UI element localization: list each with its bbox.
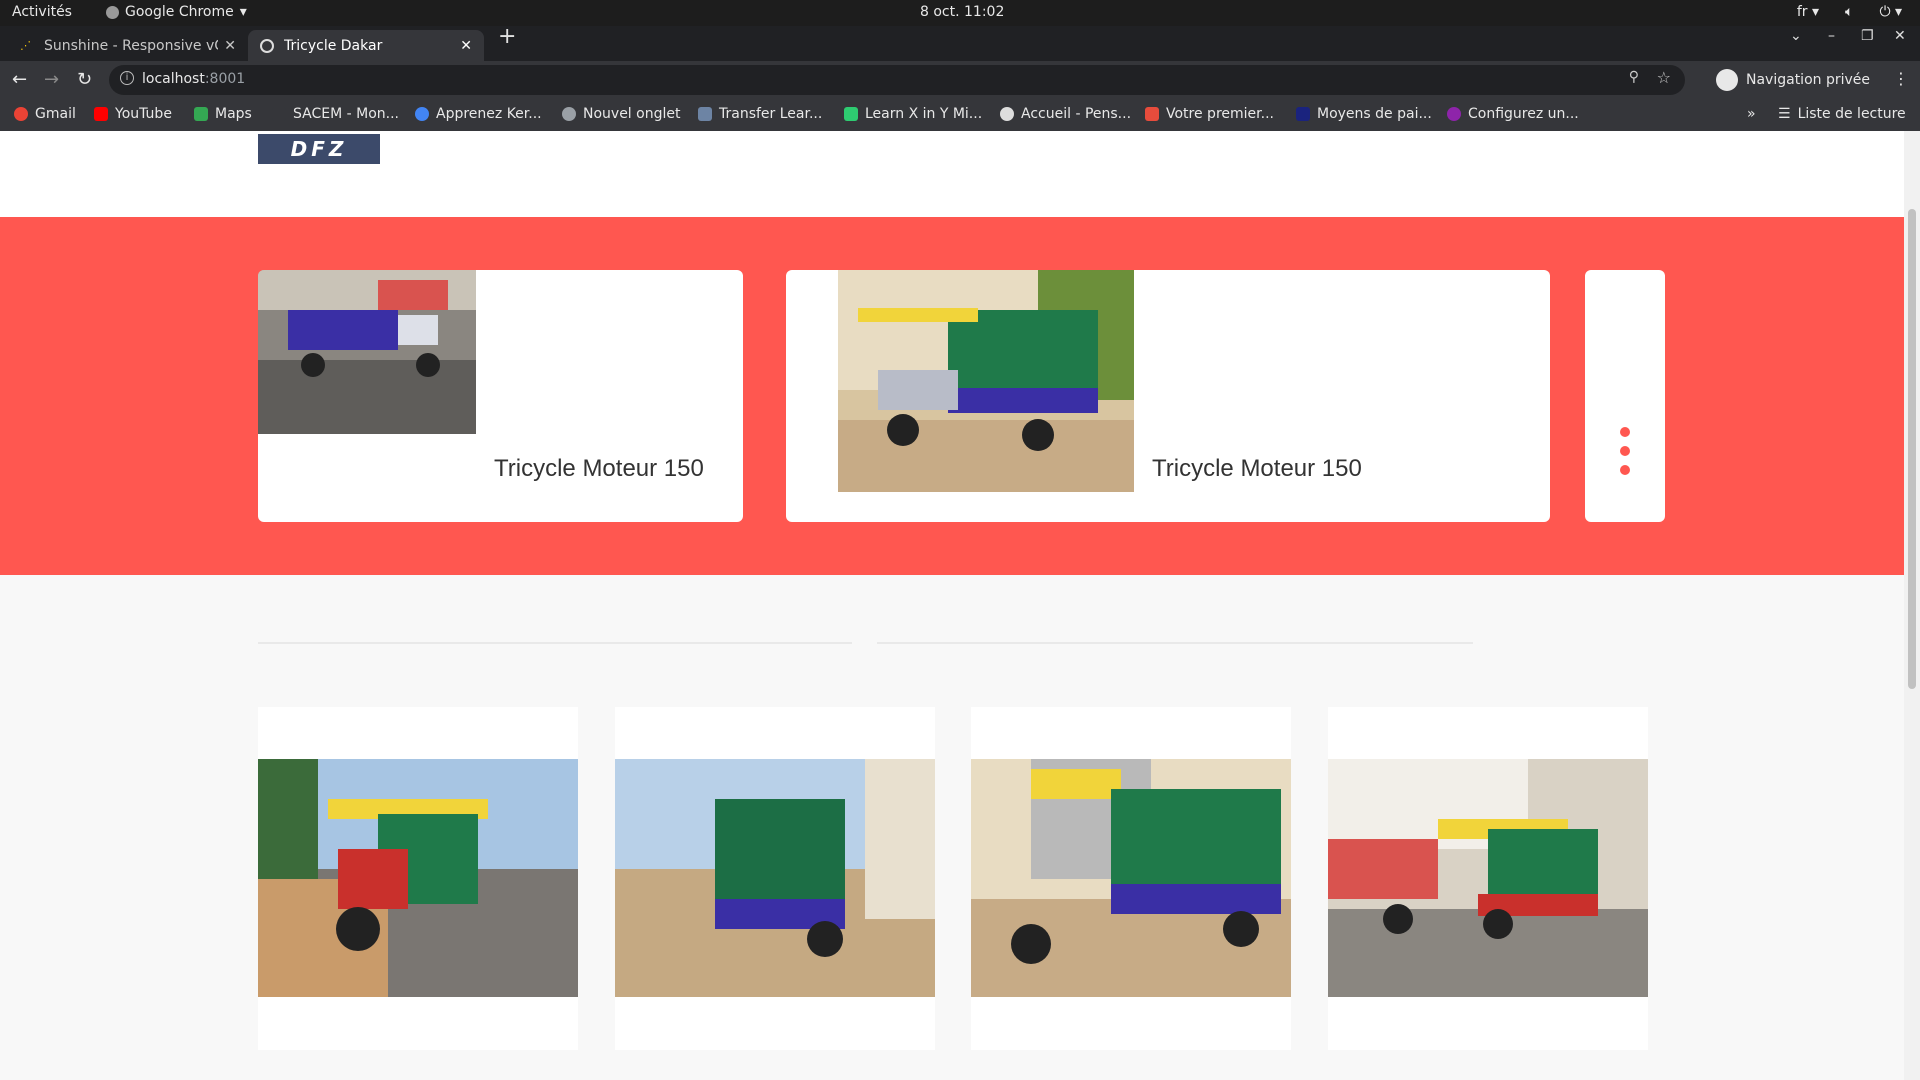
product-image <box>838 270 1134 492</box>
gallery-item[interactable] <box>258 707 578 1050</box>
bookmark-youtube[interactable]: YouTube <box>94 106 172 122</box>
language-indicator[interactable]: fr ▾ <box>1797 4 1819 20</box>
divider <box>877 642 1473 644</box>
transfer-icon <box>698 107 712 121</box>
zoom-icon[interactable]: ⚲ <box>1629 69 1639 85</box>
site-logo[interactable]: DFZ <box>258 134 380 164</box>
gallery-item[interactable] <box>615 707 935 1050</box>
bookmark-gmail[interactable]: Gmail <box>14 106 76 122</box>
reload-icon[interactable]: ↻ <box>77 69 92 90</box>
bookmark-moyens[interactable]: Moyens de pai... <box>1296 106 1432 122</box>
bookmark-learnx[interactable]: Learn X in Y Mi... <box>844 106 982 122</box>
scrollbar-thumb[interactable] <box>1908 209 1916 689</box>
gallery-item[interactable] <box>971 707 1291 1050</box>
configurez-icon <box>1447 107 1461 121</box>
learnx-icon <box>844 107 858 121</box>
tab-strip: ⋰ Sunshine - Responsive vCa ✕ Tricycle D… <box>0 24 1920 61</box>
reading-list-icon: ☰ <box>1778 106 1791 122</box>
system-menu-icon[interactable]: ⏻ ▾ <box>1879 4 1902 20</box>
system-top-bar: Activités Google Chrome ▾ 8 oct. 11:02 f… <box>0 0 1920 26</box>
more-options-icon[interactable] <box>1620 427 1630 475</box>
tab-favicon-icon: ⋰ <box>20 38 31 52</box>
divider <box>258 642 852 644</box>
accueil-icon <box>1000 107 1014 121</box>
address-bar[interactable]: i localhost:8001 ⚲ ☆ <box>109 65 1685 95</box>
product-title: Tricycle Moteur 150 <box>494 455 704 482</box>
tab-search-icon[interactable]: ⌄ <box>1790 28 1802 44</box>
app-name: Google Chrome <box>125 4 234 20</box>
close-tab-icon[interactable]: ✕ <box>224 38 236 54</box>
close-window-icon[interactable]: ✕ <box>1894 28 1906 44</box>
featured-section: Tricycle Moteur 150 Tricycle Moteur 150 <box>0 217 1904 575</box>
sacem-icon <box>272 107 286 121</box>
close-tab-icon[interactable]: ✕ <box>460 38 472 54</box>
gmail-icon <box>14 107 28 121</box>
volume-icon[interactable]: 🔈︎ <box>1845 4 1853 20</box>
clock[interactable]: 8 oct. 11:02 <box>920 4 1004 20</box>
gallery-item[interactable] <box>1328 707 1648 1050</box>
bookmark-configurez[interactable]: Configurez un... <box>1447 106 1579 122</box>
more-card[interactable] <box>1585 270 1665 522</box>
gallery-image <box>615 759 935 997</box>
gallery-image <box>971 759 1291 997</box>
globe-icon <box>260 38 274 53</box>
reading-list[interactable]: ☰ Liste de lecture <box>1778 106 1906 122</box>
forward-icon[interactable]: → <box>44 69 59 90</box>
bookmarks-bar: Gmail YouTube Maps SACEM - Mon... Appren… <box>0 99 1920 131</box>
bookmark-accueil[interactable]: Accueil - Pens... <box>1000 106 1131 122</box>
product-card[interactable]: Tricycle Moteur 150 <box>258 270 743 522</box>
browser-toolbar: ← → ↻ i localhost:8001 ⚲ ☆ Navigation pr… <box>0 61 1920 99</box>
gallery-image <box>1328 759 1648 997</box>
activities-button[interactable]: Activités <box>12 4 72 20</box>
incognito-icon <box>1716 69 1738 91</box>
bookmark-nouvel-onglet[interactable]: Nouvel onglet <box>562 106 680 122</box>
page-viewport: DFZ Tricycle Moteur 150 Tricycle Moteur … <box>0 131 1904 1080</box>
chrome-icon <box>106 5 119 19</box>
back-icon[interactable]: ← <box>12 69 27 90</box>
more-bookmarks-icon[interactable]: » <box>1747 106 1756 122</box>
votre-premier-icon <box>1145 107 1159 121</box>
tab-tricycle-dakar[interactable]: Tricycle Dakar ✕ <box>248 30 484 61</box>
youtube-icon <box>94 107 108 121</box>
product-title: Tricycle Moteur 150 <box>1152 455 1362 482</box>
apprenez-icon <box>415 107 429 121</box>
bookmark-star-icon[interactable]: ☆ <box>1657 68 1671 87</box>
bookmark-votre-premier[interactable]: Votre premier... <box>1145 106 1274 122</box>
new-tab-button[interactable]: + <box>498 24 516 49</box>
minimize-icon[interactable]: – <box>1828 28 1835 44</box>
product-image <box>258 270 476 434</box>
caret-down-icon: ▾ <box>239 4 247 20</box>
site-header: DFZ <box>0 131 1904 217</box>
bookmark-sacem[interactable]: SACEM - Mon... <box>272 106 399 122</box>
product-card[interactable]: Tricycle Moteur 150 <box>786 270 1550 522</box>
bookmark-transfer[interactable]: Transfer Lear... <box>698 106 822 122</box>
profile-label: Navigation privée <box>1746 72 1871 88</box>
tab-title: Sunshine - Responsive vCa <box>44 37 219 54</box>
url-text: localhost:8001 <box>142 71 246 87</box>
info-icon[interactable]: i <box>120 71 134 85</box>
bookmark-apprenez[interactable]: Apprenez Ker... <box>415 106 542 122</box>
tab-title: Tricycle Dakar <box>284 37 383 54</box>
globe-icon <box>562 107 576 121</box>
maps-icon <box>194 107 208 121</box>
bookmark-maps[interactable]: Maps <box>194 106 252 122</box>
page-scrollbar[interactable] <box>1904 131 1920 1080</box>
menu-icon[interactable]: ⋮ <box>1893 69 1909 88</box>
restore-icon[interactable]: ❐ <box>1861 28 1874 44</box>
incognito-profile-button[interactable]: Navigation privée <box>1716 65 1870 95</box>
tab-sunshine[interactable]: ⋰ Sunshine - Responsive vCa ✕ <box>8 30 248 61</box>
app-menu[interactable]: Google Chrome ▾ <box>106 4 247 20</box>
moyens-icon <box>1296 107 1310 121</box>
gallery-image <box>258 759 578 997</box>
